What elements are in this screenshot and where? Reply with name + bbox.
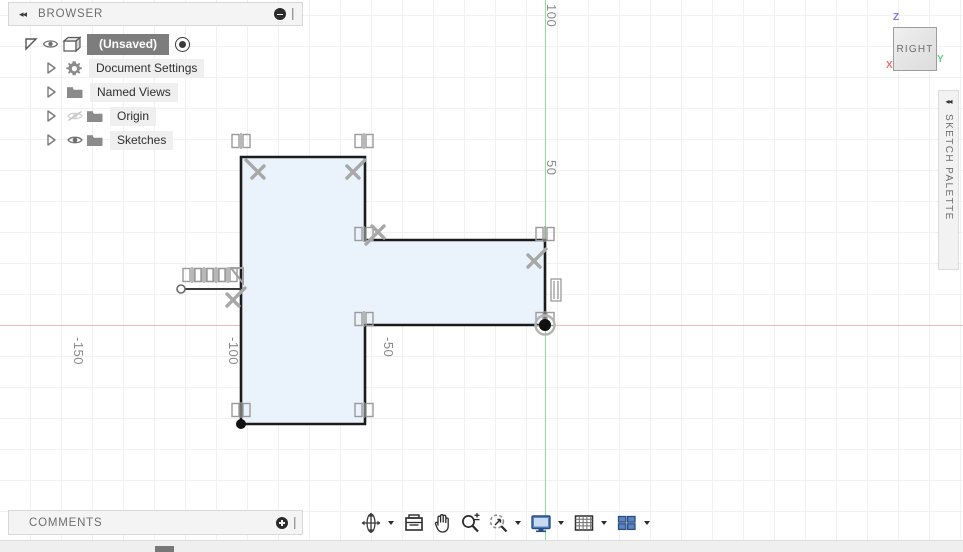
sketch-palette-label: SKETCH PALETTE <box>943 114 954 221</box>
sketch-palette-tab[interactable]: ◂◂ SKETCH PALETTE <box>938 90 959 270</box>
visibility-eye-icon[interactable] <box>42 37 59 51</box>
plus-circle-icon[interactable] <box>276 516 288 529</box>
browser-panel: ◂◂ BROWSER (Unsaved) Document Settings N… <box>8 2 303 152</box>
double-left-chevron-icon[interactable]: ◂◂ <box>945 97 952 106</box>
look-at-icon[interactable] <box>401 510 427 536</box>
folder-icon <box>66 85 84 100</box>
tree-label-origin: Origin <box>110 106 157 126</box>
grid-snaps-dropdown-caret[interactable] <box>599 510 608 536</box>
tree-row-sketches[interactable]: Sketches <box>8 128 303 152</box>
pan-hand-icon[interactable] <box>429 510 455 536</box>
orbit-dropdown-caret[interactable] <box>386 510 395 536</box>
comments-title: COMMENTS <box>29 516 103 529</box>
panel-resize-grip[interactable] <box>292 8 294 20</box>
visibility-eye-hidden-icon[interactable] <box>66 109 83 123</box>
axis-label-y: Y <box>937 54 944 65</box>
collapsed-triangle-icon[interactable] <box>44 109 58 123</box>
collapsed-triangle-icon[interactable] <box>44 133 58 147</box>
comments-panel[interactable]: COMMENTS <box>8 510 303 535</box>
origin-point[interactable] <box>539 319 551 331</box>
bottom-strip <box>0 540 963 552</box>
comments-resize-grip[interactable] <box>294 516 296 529</box>
tree-label-document-settings: Document Settings <box>89 58 205 78</box>
tree-label-sketches: Sketches <box>110 130 174 150</box>
constraint-cluster[interactable] <box>182 266 244 286</box>
minus-circle-icon[interactable] <box>274 8 286 20</box>
zoom-magnifier-icon[interactable] <box>457 510 483 536</box>
bottom-scroll-nub[interactable] <box>155 546 174 552</box>
document-cube-icon <box>62 35 81 53</box>
zoom-window-dropdown-caret[interactable] <box>513 510 522 536</box>
tree-row-document-settings[interactable]: Document Settings <box>8 56 303 80</box>
activate-radio-icon[interactable] <box>175 36 191 52</box>
visibility-eye-icon[interactable] <box>66 133 83 147</box>
sketch-profile[interactable] <box>239 155 547 426</box>
axis-label-z: Z <box>893 12 900 23</box>
display-settings-dropdown-caret[interactable] <box>556 510 565 536</box>
browser-header[interactable]: ◂◂ BROWSER <box>8 2 303 26</box>
orbit-icon[interactable] <box>358 510 384 536</box>
zoom-window-icon[interactable] <box>485 510 511 536</box>
viewports-icon[interactable] <box>614 510 640 536</box>
display-settings-icon[interactable] <box>528 510 554 536</box>
sketch-point[interactable] <box>236 419 246 429</box>
tree-row-origin[interactable]: Origin <box>8 104 303 128</box>
tree-label-named-views: Named Views <box>90 82 178 102</box>
axis-label-x: X <box>886 60 893 71</box>
collapsed-triangle-icon[interactable] <box>44 61 58 75</box>
tree-label-unsaved: (Unsaved) <box>87 33 170 55</box>
double-left-chevron-icon[interactable]: ◂◂ <box>19 9 27 20</box>
gear-icon <box>66 60 83 77</box>
browser-tree: (Unsaved) Document Settings Named Views … <box>8 26 303 152</box>
tree-row-named-views[interactable]: Named Views <box>8 80 303 104</box>
viewcube[interactable]: RIGHT <box>893 27 937 71</box>
browser-title: BROWSER <box>38 8 104 20</box>
expanded-triangle-icon[interactable] <box>24 37 38 51</box>
tree-row-unsaved[interactable]: (Unsaved) <box>8 32 303 56</box>
viewcube-face-label[interactable]: RIGHT <box>893 27 937 71</box>
folder-icon <box>86 109 104 124</box>
constraint-parallel-icon[interactable] <box>550 278 562 302</box>
folder-icon <box>86 133 104 148</box>
collapsed-triangle-icon[interactable] <box>44 85 58 99</box>
fusion-sketch-window: 100 50 -150 -100 -50 ◂◂ BROWSER (Unsaved… <box>0 0 963 552</box>
constraint-hv-icon[interactable] <box>354 132 374 150</box>
grid-snaps-icon[interactable] <box>571 510 597 536</box>
navigation-toolbar <box>358 508 655 538</box>
leader-endpoint[interactable] <box>176 284 186 294</box>
viewports-dropdown-caret[interactable] <box>642 510 651 536</box>
